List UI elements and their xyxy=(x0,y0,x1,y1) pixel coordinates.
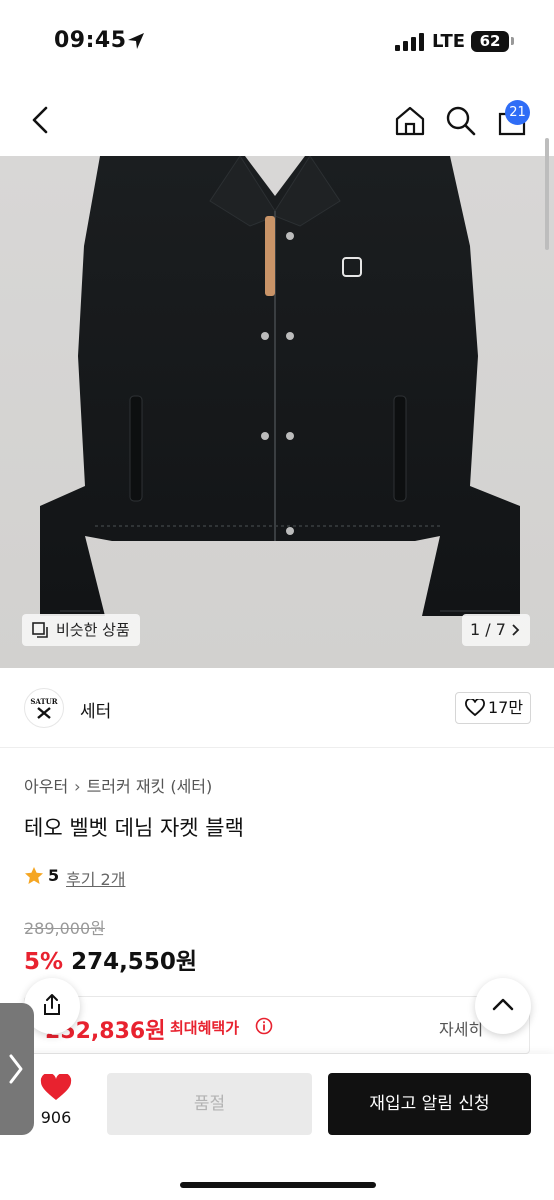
wish-count: 906 xyxy=(40,1108,72,1127)
wish-button[interactable]: 906 xyxy=(36,1074,76,1134)
jacket-illustration xyxy=(40,156,520,616)
star-icon xyxy=(25,867,43,884)
share-icon xyxy=(44,994,60,1015)
similar-icon xyxy=(32,622,48,638)
brand-logo-mark xyxy=(37,707,51,719)
cart-badge: 21 xyxy=(505,100,530,125)
nav-bar xyxy=(0,84,554,156)
image-counter[interactable]: 1 / 7 xyxy=(462,614,530,646)
rating-value: 5 xyxy=(48,866,60,885)
soldout-button[interactable]: 품절 xyxy=(107,1073,312,1135)
location-arrow-icon xyxy=(128,33,144,49)
info-icon[interactable] xyxy=(255,1017,273,1035)
status-time: 09:45 xyxy=(54,28,127,53)
brand-row[interactable]: SATUR 세터 17만 xyxy=(0,668,554,748)
original-price: 289,000원 xyxy=(24,919,105,938)
breadcrumb-subcategory[interactable]: 트러커 재킷 (세터) xyxy=(87,773,213,797)
breadcrumb-separator-icon: › xyxy=(74,777,81,796)
similar-products-button[interactable]: 비슷한 상품 xyxy=(22,614,140,646)
search-icon[interactable] xyxy=(444,104,478,138)
chevron-up-icon xyxy=(492,998,514,1011)
brand-name[interactable]: 세터 xyxy=(80,697,111,722)
restock-alert-button[interactable]: 재입고 알림 신청 xyxy=(328,1073,531,1135)
sale-price-row: 5% 274,550원 xyxy=(24,942,197,976)
brand-like-count: 17만 xyxy=(488,698,524,717)
home-icon[interactable] xyxy=(393,104,427,138)
chevron-right-icon xyxy=(9,1054,23,1084)
status-bar: 09:45 LTE 62 xyxy=(0,0,554,84)
scroll-top-button[interactable] xyxy=(475,978,531,1034)
product-title: 테오 벨벳 데님 자켓 블랙 xyxy=(24,816,244,840)
brand-logo[interactable]: SATUR xyxy=(24,688,64,728)
max-benefit-box[interactable]: 252,836원 최대혜택가 자세히 xyxy=(24,996,530,1054)
benefit-detail-link[interactable]: 자세히 xyxy=(439,1016,483,1040)
chevron-right-icon xyxy=(512,624,520,636)
home-indicator[interactable] xyxy=(180,1182,376,1188)
product-image[interactable] xyxy=(0,156,554,668)
scrollbar[interactable] xyxy=(545,138,549,250)
bottom-action-bar: 906 품절 재입고 알림 신청 xyxy=(0,1054,554,1200)
image-counter-text: 1 / 7 xyxy=(470,620,506,639)
signal-icon xyxy=(395,33,425,51)
brand-logo-text: SATUR xyxy=(30,697,58,706)
battery-icon: 62 xyxy=(471,31,509,52)
similar-products-label: 비슷한 상품 xyxy=(56,621,130,639)
max-benefit-label: 최대혜택가 xyxy=(170,1019,240,1037)
breadcrumb-category[interactable]: 아우터 xyxy=(24,773,68,797)
back-icon[interactable] xyxy=(26,102,56,138)
breadcrumb: 아우터 › 트러커 재킷 (세터) xyxy=(24,773,212,797)
sale-price: 274,550원 xyxy=(71,949,197,975)
discount-rate: 5% xyxy=(24,949,64,975)
review-link[interactable]: 후기 2개 xyxy=(66,866,125,890)
network-label: LTE xyxy=(432,31,466,52)
heart-filled-icon xyxy=(40,1074,72,1100)
brand-like-button[interactable]: 17만 xyxy=(455,692,531,724)
heart-outline-icon xyxy=(465,699,485,717)
side-panel-tab[interactable] xyxy=(0,1003,34,1135)
battery-cap xyxy=(511,37,514,45)
